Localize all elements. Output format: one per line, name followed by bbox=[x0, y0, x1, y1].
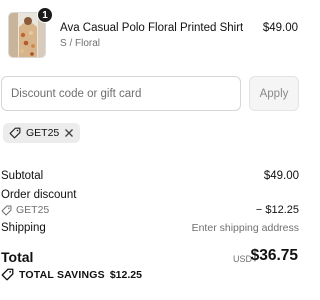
applied-discount-code: GET25 bbox=[26, 127, 60, 139]
tag-icon bbox=[1, 205, 12, 216]
total-savings-label: TOTAL SAVINGS bbox=[19, 268, 105, 281]
apply-discount-button[interactable]: Apply bbox=[249, 76, 299, 111]
quantity-badge: 1 bbox=[37, 7, 53, 23]
tag-icon bbox=[9, 127, 21, 139]
discount-value: − $12.25 bbox=[255, 204, 299, 216]
discount-code-input[interactable] bbox=[1, 76, 241, 111]
discount-code-row: GET25 − $12.25 bbox=[1, 204, 299, 216]
total-amount: $36.75 bbox=[250, 247, 298, 264]
subtotal-row: Subtotal $49.00 bbox=[1, 170, 299, 182]
total-currency: USD bbox=[232, 254, 252, 264]
applied-discount-chip: GET25 bbox=[3, 123, 81, 143]
product-name: Ava Casual Polo Floral Printed Shirt bbox=[60, 22, 244, 34]
subtotal-label: Subtotal bbox=[1, 170, 44, 182]
subtotal-value: $49.00 bbox=[263, 170, 299, 182]
product-line-item: 1 Ava Casual Polo Floral Printed Shirt S… bbox=[0, 0, 300, 64]
close-icon[interactable] bbox=[64, 128, 74, 138]
order-discount-row: Order discount bbox=[1, 189, 299, 201]
product-price: $49.00 bbox=[262, 22, 298, 34]
shipping-value: Enter shipping address bbox=[191, 222, 299, 234]
total-savings: TOTAL SAVINGS $12.25 bbox=[1, 268, 142, 281]
discount-code-label: GET25 bbox=[16, 204, 50, 216]
shipping-label: Shipping bbox=[1, 222, 46, 234]
order-discount-label: Order discount bbox=[1, 189, 77, 201]
total-savings-value: $12.25 bbox=[109, 268, 142, 281]
tag-icon bbox=[1, 268, 14, 281]
total-label: Total bbox=[1, 249, 34, 265]
shipping-row: Shipping Enter shipping address bbox=[1, 222, 299, 234]
product-variant: S / Floral bbox=[60, 38, 101, 49]
